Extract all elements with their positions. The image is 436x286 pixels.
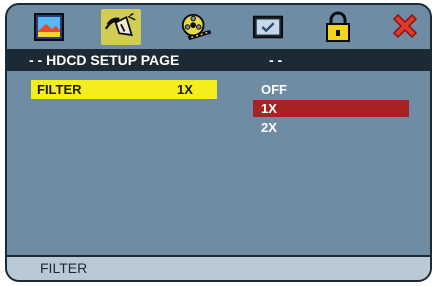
page-title-suffix: - - xyxy=(269,52,283,68)
setting-label: FILTER xyxy=(37,82,82,97)
preference-tab[interactable] xyxy=(252,11,284,43)
check-box-icon xyxy=(252,15,284,39)
filter-setting-row[interactable]: FILTER 1X xyxy=(31,80,217,99)
film-reel-icon xyxy=(181,13,212,41)
option-label: OFF xyxy=(261,82,287,97)
option-2x[interactable]: 2X xyxy=(253,119,409,136)
audio-tab[interactable] xyxy=(101,9,141,45)
lock-icon xyxy=(326,11,350,42)
video-tab[interactable] xyxy=(180,11,212,43)
osd-setup-window: - - HDCD SETUP PAGE - - FILTER 1X OFF 1X… xyxy=(5,3,432,282)
option-off[interactable]: OFF xyxy=(253,81,409,98)
audio-speaker-icon xyxy=(105,13,136,37)
menu-icon-bar xyxy=(7,5,430,49)
settings-area: FILTER 1X OFF 1X 2X xyxy=(7,71,430,259)
option-label: 2X xyxy=(261,120,277,135)
exit-tab[interactable] xyxy=(389,11,421,43)
page-title: - - HDCD SETUP PAGE xyxy=(29,52,180,68)
picture-icon xyxy=(34,13,64,41)
setting-value: 1X xyxy=(177,82,193,97)
close-icon xyxy=(392,13,418,39)
status-text: FILTER xyxy=(40,260,88,276)
picture-tab[interactable] xyxy=(33,11,65,43)
status-bar: FILTER xyxy=(7,255,430,280)
option-label: 1X xyxy=(261,101,277,116)
password-tab[interactable] xyxy=(322,11,354,43)
page-title-bar: - - HDCD SETUP PAGE - - xyxy=(7,49,430,71)
option-1x[interactable]: 1X xyxy=(253,100,409,117)
